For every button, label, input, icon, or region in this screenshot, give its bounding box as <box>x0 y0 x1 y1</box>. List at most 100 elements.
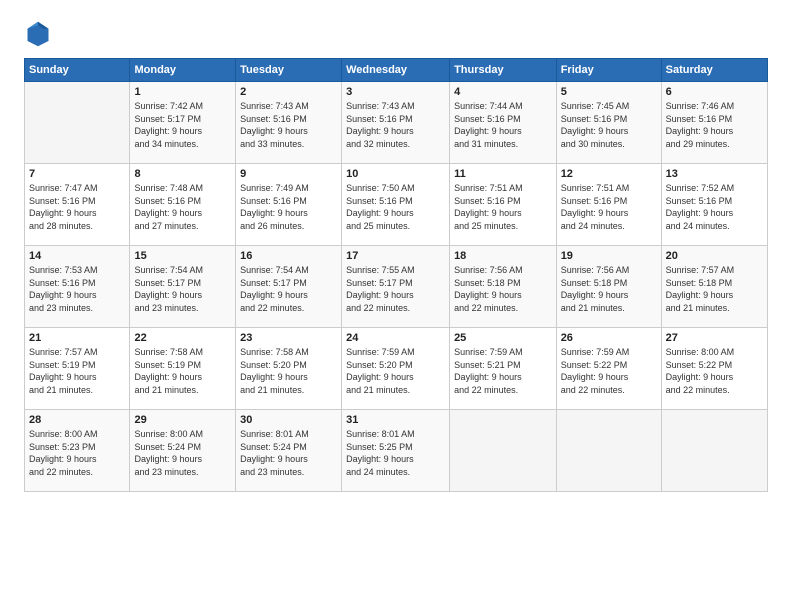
day-number: 28 <box>29 414 125 426</box>
day-info: Sunrise: 7:59 AM Sunset: 5:20 PM Dayligh… <box>346 346 445 396</box>
day-number: 31 <box>346 414 445 426</box>
day-number: 20 <box>666 250 763 262</box>
logo-icon <box>24 20 52 48</box>
day-info: Sunrise: 7:49 AM Sunset: 5:16 PM Dayligh… <box>240 182 337 232</box>
day-cell: 17 Sunrise: 7:55 AM Sunset: 5:17 PM Dayli… <box>342 246 450 328</box>
day-cell: 21 Sunrise: 7:57 AM Sunset: 5:19 PM Dayli… <box>25 328 130 410</box>
day-info: Sunrise: 7:56 AM Sunset: 5:18 PM Dayligh… <box>454 264 552 314</box>
day-number: 22 <box>134 332 231 344</box>
calendar-body: 1 Sunrise: 7:42 AM Sunset: 5:17 PM Daylig… <box>25 82 768 492</box>
day-info: Sunrise: 8:00 AM Sunset: 5:23 PM Dayligh… <box>29 428 125 478</box>
day-cell <box>25 82 130 164</box>
day-number: 21 <box>29 332 125 344</box>
week-row-2: 7 Sunrise: 7:47 AM Sunset: 5:16 PM Daylig… <box>25 164 768 246</box>
day-info: Sunrise: 7:57 AM Sunset: 5:18 PM Dayligh… <box>666 264 763 314</box>
day-cell: 16 Sunrise: 7:54 AM Sunset: 5:17 PM Dayli… <box>236 246 342 328</box>
day-cell: 15 Sunrise: 7:54 AM Sunset: 5:17 PM Dayli… <box>130 246 236 328</box>
day-cell: 6 Sunrise: 7:46 AM Sunset: 5:16 PM Daylig… <box>661 82 767 164</box>
day-number: 3 <box>346 86 445 98</box>
week-row-1: 1 Sunrise: 7:42 AM Sunset: 5:17 PM Daylig… <box>25 82 768 164</box>
weekday-tuesday: Tuesday <box>236 59 342 82</box>
day-number: 15 <box>134 250 231 262</box>
day-number: 27 <box>666 332 763 344</box>
day-info: Sunrise: 7:51 AM Sunset: 5:16 PM Dayligh… <box>454 182 552 232</box>
day-number: 25 <box>454 332 552 344</box>
day-info: Sunrise: 7:42 AM Sunset: 5:17 PM Dayligh… <box>134 100 231 150</box>
day-cell: 25 Sunrise: 7:59 AM Sunset: 5:21 PM Dayli… <box>450 328 557 410</box>
day-cell: 24Sunrise: 7:59 AM Sunset: 5:20 PM Dayli… <box>342 328 450 410</box>
day-number: 19 <box>561 250 657 262</box>
day-cell: 18 Sunrise: 7:56 AM Sunset: 5:18 PM Dayli… <box>450 246 557 328</box>
day-info: Sunrise: 7:45 AM Sunset: 5:16 PM Dayligh… <box>561 100 657 150</box>
day-number: 7 <box>29 168 125 180</box>
day-cell: 11 Sunrise: 7:51 AM Sunset: 5:16 PM Dayli… <box>450 164 557 246</box>
weekday-monday: Monday <box>130 59 236 82</box>
week-row-5: 28 Sunrise: 8:00 AM Sunset: 5:23 PM Dayli… <box>25 410 768 492</box>
day-cell: 26Sunrise: 7:59 AM Sunset: 5:22 PM Dayli… <box>556 328 661 410</box>
day-info: Sunrise: 7:46 AM Sunset: 5:16 PM Dayligh… <box>666 100 763 150</box>
day-cell: 8 Sunrise: 7:48 AM Sunset: 5:16 PM Daylig… <box>130 164 236 246</box>
day-number: 23 <box>240 332 337 344</box>
day-cell: 20 Sunrise: 7:57 AM Sunset: 5:18 PM Dayli… <box>661 246 767 328</box>
day-cell: 2Sunrise: 7:43 AM Sunset: 5:16 PM Daylig… <box>236 82 342 164</box>
day-number: 17 <box>346 250 445 262</box>
day-cell: 30 Sunrise: 8:01 AM Sunset: 5:24 PM Dayli… <box>236 410 342 492</box>
day-number: 8 <box>134 168 231 180</box>
day-number: 30 <box>240 414 337 426</box>
day-info: Sunrise: 7:44 AM Sunset: 5:16 PM Dayligh… <box>454 100 552 150</box>
day-number: 14 <box>29 250 125 262</box>
day-number: 10 <box>346 168 445 180</box>
day-number: 4 <box>454 86 552 98</box>
day-info: Sunrise: 7:56 AM Sunset: 5:18 PM Dayligh… <box>561 264 657 314</box>
weekday-wednesday: Wednesday <box>342 59 450 82</box>
day-number: 6 <box>666 86 763 98</box>
day-number: 1 <box>134 86 231 98</box>
weekday-friday: Friday <box>556 59 661 82</box>
day-info: Sunrise: 8:01 AM Sunset: 5:24 PM Dayligh… <box>240 428 337 478</box>
day-cell: 23 Sunrise: 7:58 AM Sunset: 5:20 PM Dayli… <box>236 328 342 410</box>
calendar-table: SundayMondayTuesdayWednesdayThursdayFrid… <box>24 58 768 492</box>
day-cell: 28 Sunrise: 8:00 AM Sunset: 5:23 PM Dayli… <box>25 410 130 492</box>
day-info: Sunrise: 7:55 AM Sunset: 5:17 PM Dayligh… <box>346 264 445 314</box>
day-info: Sunrise: 7:47 AM Sunset: 5:16 PM Dayligh… <box>29 182 125 232</box>
day-cell: 12Sunrise: 7:51 AM Sunset: 5:16 PM Dayli… <box>556 164 661 246</box>
day-info: Sunrise: 7:54 AM Sunset: 5:17 PM Dayligh… <box>240 264 337 314</box>
day-info: Sunrise: 7:43 AM Sunset: 5:16 PM Dayligh… <box>240 100 337 150</box>
day-number: 9 <box>240 168 337 180</box>
day-cell <box>450 410 557 492</box>
day-number: 5 <box>561 86 657 98</box>
day-number: 11 <box>454 168 552 180</box>
day-info: Sunrise: 7:52 AM Sunset: 5:16 PM Dayligh… <box>666 182 763 232</box>
day-cell: 13Sunrise: 7:52 AM Sunset: 5:16 PM Dayli… <box>661 164 767 246</box>
week-row-3: 14Sunrise: 7:53 AM Sunset: 5:16 PM Dayli… <box>25 246 768 328</box>
day-info: Sunrise: 7:57 AM Sunset: 5:19 PM Dayligh… <box>29 346 125 396</box>
day-cell: 27Sunrise: 8:00 AM Sunset: 5:22 PM Dayli… <box>661 328 767 410</box>
day-cell <box>661 410 767 492</box>
weekday-saturday: Saturday <box>661 59 767 82</box>
day-info: Sunrise: 7:48 AM Sunset: 5:16 PM Dayligh… <box>134 182 231 232</box>
day-cell: 7 Sunrise: 7:47 AM Sunset: 5:16 PM Daylig… <box>25 164 130 246</box>
day-cell: 4 Sunrise: 7:44 AM Sunset: 5:16 PM Daylig… <box>450 82 557 164</box>
day-info: Sunrise: 7:50 AM Sunset: 5:16 PM Dayligh… <box>346 182 445 232</box>
day-number: 16 <box>240 250 337 262</box>
weekday-thursday: Thursday <box>450 59 557 82</box>
day-info: Sunrise: 7:58 AM Sunset: 5:19 PM Dayligh… <box>134 346 231 396</box>
day-number: 18 <box>454 250 552 262</box>
day-cell: 10 Sunrise: 7:50 AM Sunset: 5:16 PM Dayli… <box>342 164 450 246</box>
day-info: Sunrise: 7:58 AM Sunset: 5:20 PM Dayligh… <box>240 346 337 396</box>
day-number: 26 <box>561 332 657 344</box>
day-cell: 22 Sunrise: 7:58 AM Sunset: 5:19 PM Dayli… <box>130 328 236 410</box>
day-number: 12 <box>561 168 657 180</box>
day-cell: 14Sunrise: 7:53 AM Sunset: 5:16 PM Dayli… <box>25 246 130 328</box>
logo <box>24 20 56 48</box>
day-info: Sunrise: 7:59 AM Sunset: 5:21 PM Dayligh… <box>454 346 552 396</box>
weekday-sunday: Sunday <box>25 59 130 82</box>
header <box>24 20 768 48</box>
day-cell <box>556 410 661 492</box>
day-cell: 19 Sunrise: 7:56 AM Sunset: 5:18 PM Dayli… <box>556 246 661 328</box>
day-info: Sunrise: 7:54 AM Sunset: 5:17 PM Dayligh… <box>134 264 231 314</box>
day-info: Sunrise: 8:01 AM Sunset: 5:25 PM Dayligh… <box>346 428 445 478</box>
day-cell: 9 Sunrise: 7:49 AM Sunset: 5:16 PM Daylig… <box>236 164 342 246</box>
day-cell: 1 Sunrise: 7:42 AM Sunset: 5:17 PM Daylig… <box>130 82 236 164</box>
day-info: Sunrise: 7:43 AM Sunset: 5:16 PM Dayligh… <box>346 100 445 150</box>
